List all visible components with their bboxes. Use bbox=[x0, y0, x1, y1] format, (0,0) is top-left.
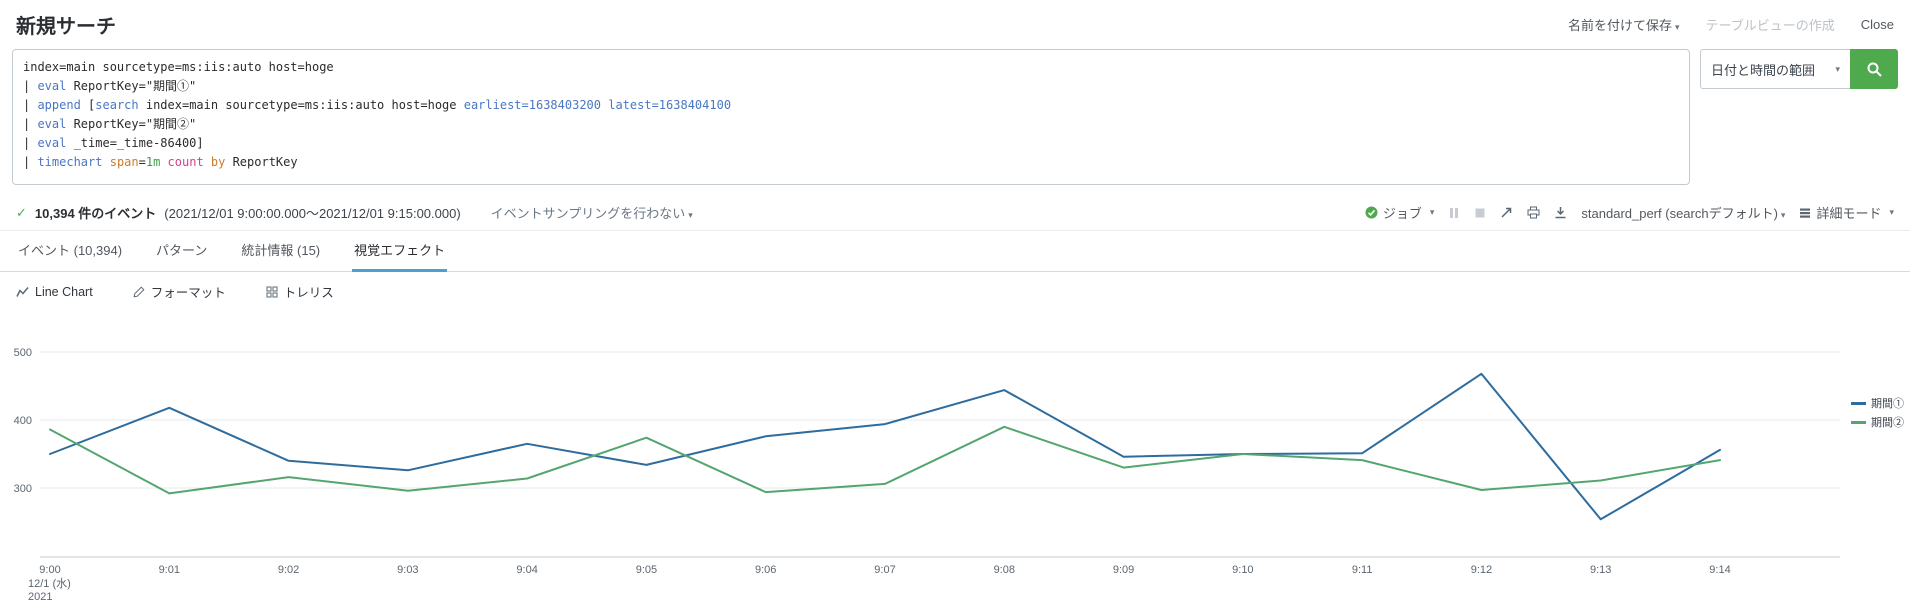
chart-type-button[interactable]: Line Chart bbox=[16, 285, 93, 299]
header-actions: 名前を付けて保存 ▾ テーブルビューの作成 Close bbox=[1568, 15, 1894, 34]
stop-icon bbox=[1475, 208, 1485, 217]
pause-icon bbox=[1450, 207, 1459, 218]
trellis-label: トレリス bbox=[283, 286, 334, 300]
legend-item[interactable]: 期間① bbox=[1851, 395, 1904, 411]
svg-text:9:01: 9:01 bbox=[159, 564, 180, 576]
pencil-icon bbox=[133, 285, 145, 297]
share-button[interactable] bbox=[1500, 206, 1513, 219]
tab-events[interactable]: イベント (10,394) bbox=[16, 231, 124, 272]
results-tabs: イベント (10,394) パターン 統計情報 (15) 視覚エフェクト bbox=[0, 231, 1910, 272]
pause-button[interactable] bbox=[1448, 207, 1460, 219]
export-icon bbox=[1555, 207, 1566, 219]
close-button[interactable]: Close bbox=[1861, 17, 1894, 32]
trellis-button[interactable]: トレリス bbox=[266, 282, 334, 301]
export-button[interactable] bbox=[1554, 206, 1567, 219]
job-menu[interactable]: ジョブ ▾ bbox=[1365, 203, 1435, 222]
query-line: | eval ReportKey="期間②" bbox=[23, 117, 197, 131]
detail-mode-icon bbox=[1800, 208, 1811, 218]
query-line: | eval _time=_time-86400] bbox=[23, 136, 204, 150]
event-sampling-dropdown[interactable]: イベントサンプリングを行わない ▾ bbox=[491, 203, 693, 222]
svg-text:9:05: 9:05 bbox=[636, 564, 657, 576]
create-table-view-button[interactable]: テーブルビューの作成 bbox=[1706, 15, 1835, 34]
search-icon bbox=[1867, 62, 1882, 77]
legend-item[interactable]: 期間② bbox=[1851, 414, 1904, 430]
time-range-label: 日付と時間の範囲 bbox=[1711, 62, 1816, 78]
svg-text:9:14: 9:14 bbox=[1709, 564, 1730, 576]
svg-text:500: 500 bbox=[14, 347, 32, 359]
svg-text:12/1 (水): 12/1 (水) bbox=[28, 577, 71, 590]
svg-text:9:10: 9:10 bbox=[1232, 564, 1253, 576]
visualization-controls: Line Chart フォーマット トレリス bbox=[0, 272, 1910, 309]
svg-text:400: 400 bbox=[14, 415, 32, 427]
line-chart[interactable]: 300 400 500 9:00 9:01 9:02 9:03 9:04 9:05 9:06 9:0… bbox=[0, 311, 1910, 611]
share-icon bbox=[1501, 207, 1512, 218]
event-count: 10,394 件のイベント bbox=[34, 206, 157, 221]
splunk-search-page: 新規サーチ 名前を付けて保存 ▾ テーブルビューの作成 Close index=m… bbox=[0, 0, 1910, 611]
save-as-label: 名前を付けて保存 bbox=[1567, 18, 1672, 33]
stop-button[interactable] bbox=[1474, 207, 1486, 219]
time-range-picker[interactable]: 日付と時間の範囲 ▾ bbox=[1700, 49, 1850, 89]
job-status-icon bbox=[1365, 206, 1378, 219]
results-summary: ✓ 10,394 件のイベント (2021/12/01 9:00:00.000〜… bbox=[16, 203, 693, 222]
chevron-down-icon: ▾ bbox=[1889, 207, 1894, 217]
tab-patterns[interactable]: パターン bbox=[154, 231, 209, 272]
query-line: | append [search index=main sourcetype=m… bbox=[23, 98, 732, 112]
svg-text:9:08: 9:08 bbox=[994, 564, 1015, 576]
svg-text:9:13: 9:13 bbox=[1590, 564, 1611, 576]
legend-label: 期間② bbox=[1871, 417, 1904, 429]
svg-text:9:07: 9:07 bbox=[874, 564, 895, 576]
query-line: | timechart span=1m count by ReportKey bbox=[23, 155, 298, 169]
svg-text:9:11: 9:11 bbox=[1352, 564, 1373, 576]
svg-text:9:02: 9:02 bbox=[278, 564, 299, 576]
query-line: index=main sourcetype=ms:iis:auto host=h… bbox=[23, 60, 334, 74]
tab-visualization[interactable]: 視覚エフェクト bbox=[352, 231, 448, 272]
job-controls: ジョブ ▾ standard_perf (searchデフォルト) ▾ 詳細モード bbox=[1365, 203, 1894, 222]
print-icon bbox=[1527, 206, 1540, 219]
query-line: | eval ReportKey="期間①" bbox=[23, 79, 197, 93]
svg-text:9:06: 9:06 bbox=[755, 564, 776, 576]
svg-text:9:04: 9:04 bbox=[516, 564, 537, 576]
search-query-input[interactable]: index=main sourcetype=ms:iis:auto host=h… bbox=[12, 49, 1690, 185]
results-bar: ✓ 10,394 件のイベント (2021/12/01 9:00:00.000〜… bbox=[0, 195, 1910, 231]
header: 新規サーチ 名前を付けて保存 ▾ テーブルビューの作成 Close bbox=[0, 0, 1910, 47]
legend-swatch bbox=[1851, 420, 1866, 424]
check-icon: ✓ bbox=[16, 204, 27, 220]
chevron-down-icon: ▾ bbox=[1780, 210, 1786, 220]
svg-text:2021: 2021 bbox=[28, 591, 52, 603]
print-button[interactable] bbox=[1527, 206, 1540, 219]
legend-label: 期間① bbox=[1871, 398, 1904, 410]
svg-text:9:12: 9:12 bbox=[1471, 564, 1492, 576]
detail-mode-label: 詳細モード bbox=[1816, 206, 1882, 221]
svg-text:9:09: 9:09 bbox=[1113, 564, 1134, 576]
legend-swatch bbox=[1851, 401, 1866, 405]
chevron-down-icon: ▾ bbox=[688, 210, 693, 220]
chevron-down-icon: ▾ bbox=[1429, 207, 1435, 217]
search-bar: index=main sourcetype=ms:iis:auto host=h… bbox=[0, 47, 1910, 195]
format-button[interactable]: フォーマット bbox=[133, 282, 226, 301]
event-time-range: (2021/12/01 9:00:00.000〜2021/12/01 9:15:… bbox=[164, 206, 461, 221]
format-label: フォーマット bbox=[150, 286, 226, 300]
chart-legend: 期間① 期間② bbox=[1851, 395, 1904, 430]
job-label: ジョブ bbox=[1382, 206, 1422, 221]
tab-statistics[interactable]: 統計情報 (15) bbox=[239, 231, 322, 272]
performance-mode-dropdown[interactable]: standard_perf (searchデフォルト) ▾ bbox=[1581, 203, 1785, 222]
page-title: 新規サーチ bbox=[16, 16, 116, 38]
chevron-down-icon: ▾ bbox=[1674, 22, 1680, 32]
search-button[interactable] bbox=[1850, 49, 1898, 89]
grid-icon bbox=[266, 286, 278, 297]
chart-type-label: Line Chart bbox=[35, 284, 93, 299]
svg-text:9:00: 9:00 bbox=[39, 564, 60, 576]
chevron-down-icon: ▾ bbox=[1835, 63, 1840, 74]
svg-text:9:03: 9:03 bbox=[397, 564, 418, 576]
chart-area: 300 400 500 9:00 9:01 9:02 9:03 9:04 9:05 9:06 9:0… bbox=[0, 311, 1910, 611]
save-as-button[interactable]: 名前を付けて保存 ▾ bbox=[1568, 15, 1680, 34]
svg-text:300: 300 bbox=[14, 483, 32, 495]
search-mode-dropdown[interactable]: 詳細モード ▾ bbox=[1799, 203, 1894, 222]
line-chart-icon bbox=[16, 286, 29, 297]
